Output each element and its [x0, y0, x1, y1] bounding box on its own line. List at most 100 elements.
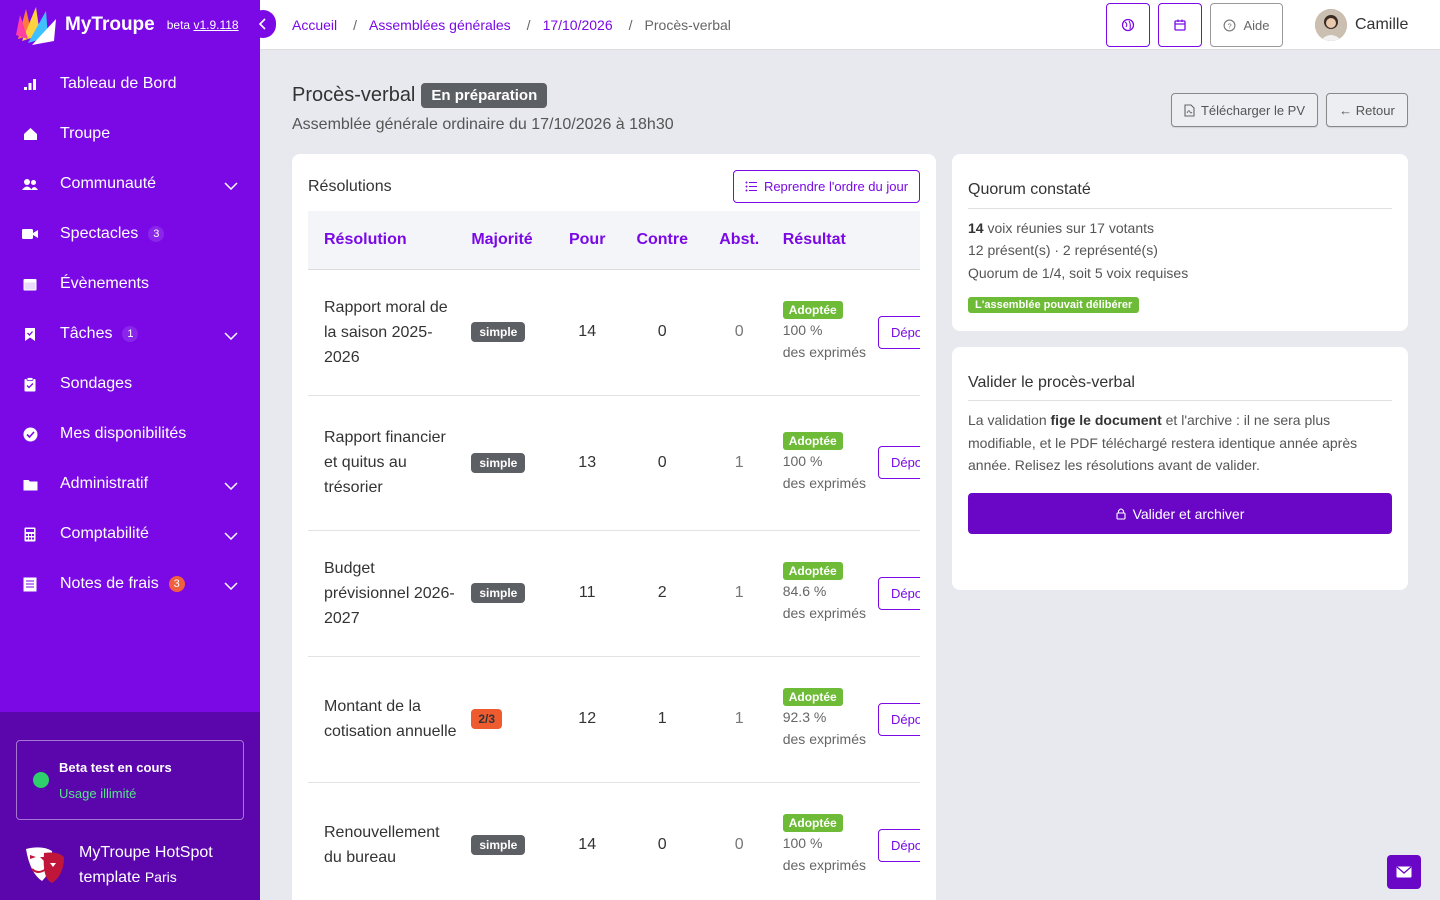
language-button[interactable]: [1106, 3, 1150, 47]
download-label: Télécharger le PV: [1200, 102, 1306, 118]
sidebar-item-communaute[interactable]: Communauté: [0, 159, 260, 209]
result-badge: Adoptée: [782, 814, 843, 832]
votes-for: 14: [552, 782, 622, 900]
pct-label: des exprimés: [782, 474, 866, 491]
user-menu[interactable]: Camille: [1315, 9, 1408, 41]
column-header-for[interactable]: Pour: [552, 211, 622, 270]
validate-archive-button[interactable]: Valider et archiver: [968, 493, 1392, 534]
resolution-name: Budget prévisionnel 2026-2027: [308, 530, 472, 657]
contact-button[interactable]: [1387, 855, 1421, 889]
votes-for: 11: [552, 530, 622, 657]
resume-agenda-button[interactable]: Reprendre l'ordre du jour: [733, 170, 920, 203]
sidebar-item-administratif[interactable]: Administratif: [0, 459, 260, 509]
sidebar-item-label: Sondages: [60, 375, 133, 392]
count-votes-button[interactable]: Dépouiller: [877, 576, 920, 610]
question-circle-icon: ?: [1224, 19, 1236, 31]
status-badge: En préparation: [421, 83, 548, 108]
sidebar-item-taches[interactable]: Tâches 1: [0, 309, 260, 359]
sidebar-item-comptabilite[interactable]: Comptabilité: [0, 509, 260, 559]
sidebar-item-tableau-de-bord[interactable]: Tableau de Bord: [0, 59, 260, 109]
sidebar-item-troupe[interactable]: Troupe: [0, 109, 260, 159]
count-votes-button[interactable]: Dépouiller: [877, 446, 920, 479]
result-badge: Adoptée: [782, 688, 843, 706]
brand[interactable]: MyTroupe beta v1.9.118: [0, 0, 260, 50]
quorum-card: Quorum constaté 14 voix réunies sur 17 v…: [952, 154, 1408, 331]
column-header-abstention[interactable]: Abst.: [702, 211, 776, 270]
votes-for: 13: [552, 395, 622, 531]
result-badge: Adoptée: [782, 562, 843, 580]
pct-value: 100 %: [782, 322, 823, 338]
votes-against: 0: [621, 395, 703, 531]
votes-abstention: 1: [702, 530, 776, 657]
sidebar-item-evenements[interactable]: Évènements: [0, 259, 260, 309]
sidebar-item-sondages[interactable]: Sondages: [0, 359, 260, 409]
brand-name: MyTroupe: [65, 14, 155, 35]
help-button[interactable]: ? Aide: [1210, 3, 1283, 47]
expand-toggle[interactable]: [224, 577, 238, 595]
sidebar-item-label: Notes de frais: [60, 575, 159, 592]
collapse-sidebar-button[interactable]: [250, 10, 276, 38]
file-pdf-icon: [1184, 103, 1195, 117]
sidebar-item-label: Spectacles: [60, 225, 139, 242]
breadcrumb-separator: /: [526, 17, 531, 33]
breadcrumb-date[interactable]: 17/10/2026: [543, 17, 613, 33]
folder-icon: [22, 476, 38, 492]
quorum-title: Quorum constaté: [968, 181, 1091, 198]
breadcrumb-assemblies[interactable]: Assemblées générales: [369, 17, 511, 33]
sidebar-item-mes-disponibilites[interactable]: Mes disponibilités: [0, 409, 260, 459]
votes-abstention: 0: [702, 269, 776, 396]
count-votes-button[interactable]: Dépouiller: [877, 702, 920, 736]
chevron-left-icon: [258, 18, 266, 30]
actions-cell: Dépouiller: [870, 395, 920, 531]
column-header-against[interactable]: Contre: [621, 211, 703, 270]
resolution-name: Rapport financier et quitus au trésorier: [308, 395, 472, 531]
sidebar-item-label: Communauté: [60, 175, 157, 192]
expand-toggle[interactable]: [224, 327, 238, 345]
count-votes-button[interactable]: Dépouiller: [877, 828, 920, 862]
sidebar-item-label: Mes disponibilités: [60, 425, 187, 442]
result-badge: Adoptée: [782, 431, 843, 450]
result-percentage: 92.3 % des exprimés: [783, 706, 871, 750]
votes-for: 14: [552, 269, 622, 396]
troupe-switcher[interactable]: MyTroupe HotSpot template Paris: [22, 840, 213, 890]
svg-text:?: ?: [1228, 21, 1232, 30]
votes-against: 0: [621, 782, 703, 900]
user-name: Camille: [1355, 16, 1409, 33]
majority-badge: simple: [471, 322, 526, 342]
pct-value: 92.3 %: [782, 709, 827, 725]
breadcrumb-current: Procès-verbal: [644, 17, 731, 33]
calendar-button[interactable]: [1158, 3, 1202, 47]
validation-text-start: La validation: [968, 412, 1051, 428]
table-row: Budget prévisionnel 2026-2027 simple 11 2 1 A…: [308, 530, 920, 657]
sidebar-item-notes-de-frais[interactable]: Notes de frais 3: [0, 559, 260, 609]
column-header-majority[interactable]: Majorité: [471, 211, 553, 270]
divider: [968, 208, 1392, 209]
resolutions-table-wrapper[interactable]: Résolution Majorité Pour Contre Abst. Ré…: [308, 211, 920, 900]
breadcrumb-home[interactable]: Accueil: [292, 17, 337, 33]
pct-label: des exprimés: [782, 605, 866, 621]
sidebar-item-spectacles[interactable]: Spectacles 3: [0, 209, 260, 259]
validate-button-label: Valider et archiver: [1132, 505, 1245, 522]
beta-card[interactable]: Beta test en cours Usage illimité: [16, 740, 244, 820]
back-button[interactable]: ← Retour: [1326, 93, 1408, 127]
expand-toggle[interactable]: [224, 177, 238, 195]
calendar-icon: [1174, 19, 1186, 31]
result-cell: Adoptée 84.6 % des exprimés: [775, 530, 871, 657]
votes-abstention: 0: [702, 782, 776, 900]
sidebar-item-label: Évènements: [60, 275, 149, 292]
column-header-resolution[interactable]: Résolution: [308, 211, 472, 270]
agenda-button-label: Reprendre l'ordre du jour: [763, 179, 909, 194]
count-votes-button[interactable]: Dépouiller: [877, 315, 920, 349]
version-link[interactable]: v1.9.118: [193, 18, 238, 32]
page-title-bar: Procès-verbal En préparation: [292, 83, 548, 108]
expand-toggle[interactable]: [224, 527, 238, 545]
download-pv-button[interactable]: Télécharger le PV: [1171, 93, 1318, 127]
beta-title: Beta test en cours: [59, 760, 172, 775]
pct-value: 100 %: [782, 835, 823, 851]
expand-toggle[interactable]: [224, 477, 238, 495]
pct-label: des exprimés: [782, 857, 866, 873]
troupe-city: Paris: [144, 869, 177, 885]
video-icon: [22, 226, 38, 242]
column-header-result[interactable]: Résultat: [775, 211, 871, 270]
quorum-present-text: voix réunies sur 17 votants: [987, 220, 1154, 236]
